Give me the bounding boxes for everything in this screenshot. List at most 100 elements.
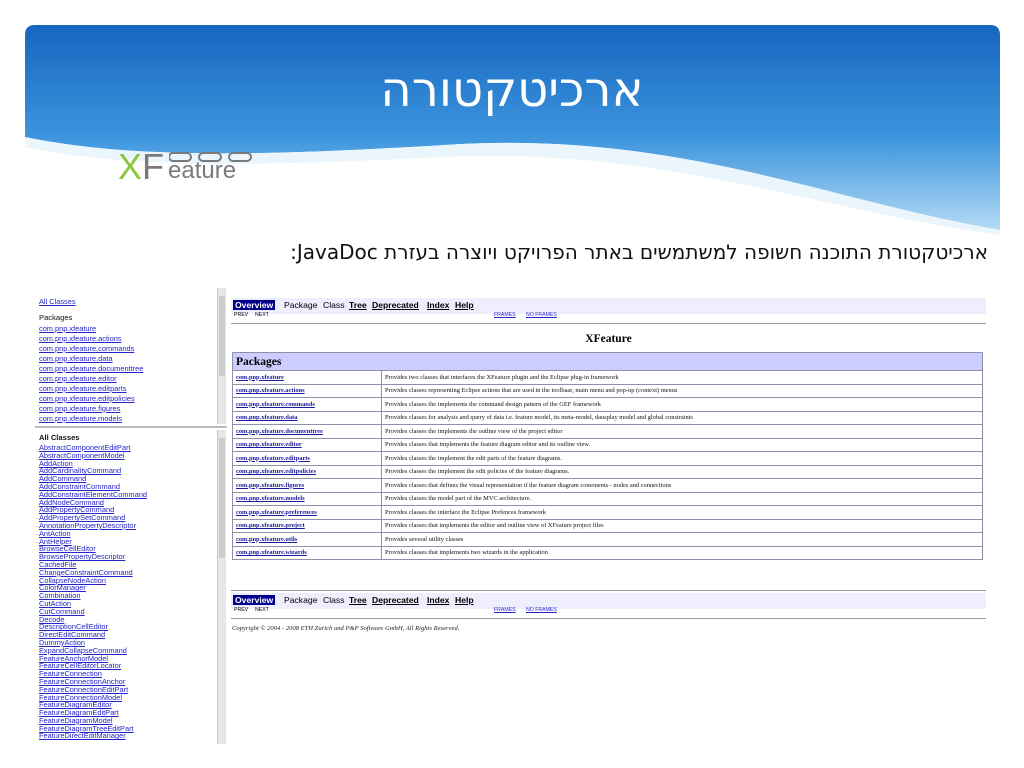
- package-description: Provides classes that defines the visual…: [381, 478, 983, 493]
- package-description: Provides classes the implement the edit …: [381, 451, 983, 466]
- table-row: com.pnp.xfeature.documenttree Provides cl…: [232, 424, 983, 439]
- nav-overview: Overview: [233, 595, 276, 605]
- package-name-link[interactable]: com.pnp.xfeature.wizards: [232, 545, 382, 560]
- nav-deprecated-link[interactable]: Deprecated: [372, 595, 419, 605]
- divider: [231, 590, 986, 591]
- frames-link[interactable]: FRAMES: [494, 607, 516, 613]
- overview-frame: Overview Package Class Tree Deprecated I…: [231, 288, 990, 744]
- class-list: AbstractComponentEditPart AbstractCompone…: [39, 444, 227, 740]
- frames-link[interactable]: FRAMES: [494, 312, 516, 318]
- prev-label: PREV: [234, 312, 249, 318]
- package-name-link[interactable]: com.pnp.xfeature.commands: [232, 397, 382, 412]
- table-row: com.pnp.xfeature.utils Provides several u…: [232, 532, 983, 547]
- classes-frame: All Classes AbstractComponentEditPart Abs…: [35, 430, 227, 744]
- table-row: com.pnp.xfeature.figures Provides classes…: [232, 478, 983, 493]
- package-link[interactable]: com.pnp.xfeature.documenttree: [39, 364, 227, 374]
- nav-class: Class: [323, 595, 345, 605]
- nav-help-link[interactable]: Help: [455, 300, 474, 310]
- package-link[interactable]: com.pnp.xfeature.data: [39, 354, 227, 364]
- nav-deprecated-link[interactable]: Deprecated: [372, 300, 419, 310]
- nav-tree-link[interactable]: Tree: [349, 300, 367, 310]
- slide-subtitle: ארכיטקטורת התוכנה חשופה למשתמשים באתר הפ…: [290, 240, 988, 264]
- package-name-link[interactable]: com.pnp.xfeature.editpolicies: [232, 464, 382, 479]
- package-link[interactable]: com.pnp.xfeature.editparts: [39, 384, 227, 394]
- table-row: com.pnp.xfeature.commands Provides classe…: [232, 397, 983, 412]
- table-row: com.pnp.xfeature.editpolicies Provides cl…: [232, 464, 983, 479]
- package-description: Provides classes that implements two wiz…: [381, 545, 983, 560]
- next-label: NEXT: [255, 312, 269, 318]
- table-row: com.pnp.xfeature.preferences Provides cla…: [232, 505, 983, 520]
- package-name-link[interactable]: com.pnp.xfeature.editor: [232, 437, 382, 452]
- nav-package: Package: [284, 595, 318, 605]
- package-name-link[interactable]: com.pnp.xfeature.project: [232, 518, 382, 533]
- package-link[interactable]: com.pnp.xfeature.figures: [39, 404, 227, 414]
- package-name-link[interactable]: com.pnp.xfeature.models: [232, 491, 382, 506]
- package-link[interactable]: com.pnp.xfeature: [39, 324, 227, 334]
- package-list: com.pnp.xfeature com.pnp.xfeature.actions…: [39, 324, 227, 424]
- package-description: Provides classes that implements the fea…: [381, 437, 983, 452]
- doc-title: XFeature: [585, 333, 632, 345]
- prev-label: PREV: [234, 607, 249, 613]
- nav-class: Class: [323, 300, 345, 310]
- copyright-text: Copyright © 2004 - 2008 ETH Zurich and P…: [232, 625, 460, 632]
- logo-f: F: [142, 146, 165, 187]
- javadoc-screenshot: All Classes Packages com.pnp.xfeature com…: [35, 288, 990, 744]
- package-name-link[interactable]: com.pnp.xfeature.actions: [232, 383, 382, 398]
- xfeature-logo: XF eature: [118, 146, 268, 187]
- package-link[interactable]: com.pnp.xfeature.commands: [39, 344, 227, 354]
- packages-table: Packages com.pnp.xfeature Provides two cl…: [232, 352, 983, 560]
- package-description: Provides classes the implement the edit …: [381, 464, 983, 479]
- all-classes-heading: All Classes: [39, 433, 80, 442]
- package-link[interactable]: com.pnp.xfeature.editor: [39, 374, 227, 384]
- table-row: com.pnp.xfeature Provides two classes tha…: [232, 370, 983, 385]
- package-name-link[interactable]: com.pnp.xfeature: [232, 370, 382, 385]
- package-name-link[interactable]: com.pnp.xfeature.preferences: [232, 505, 382, 520]
- package-name-link[interactable]: com.pnp.xfeature.editparts: [232, 451, 382, 466]
- divider: [231, 618, 986, 619]
- package-description: Provides several utility classes: [381, 532, 983, 547]
- package-name-link[interactable]: com.pnp.xfeature.data: [232, 410, 382, 425]
- packages-scrollbar[interactable]: [217, 288, 226, 424]
- table-row: com.pnp.xfeature.data Provides classes fo…: [232, 410, 983, 425]
- no-frames-link[interactable]: NO FRAMES: [526, 607, 557, 613]
- class-link[interactable]: FeatureDirectEditManager: [39, 732, 227, 740]
- package-name-link[interactable]: com.pnp.xfeature.documenttree: [232, 424, 382, 439]
- package-description: Provides classes the implements the outl…: [381, 424, 983, 439]
- table-row: com.pnp.xfeature.actions Provides classes…: [232, 383, 983, 398]
- packages-frame: All Classes Packages com.pnp.xfeature com…: [35, 288, 227, 424]
- nav-index-link[interactable]: Index: [427, 595, 449, 605]
- nav-index-link[interactable]: Index: [427, 300, 449, 310]
- nav-tree-link[interactable]: Tree: [349, 595, 367, 605]
- all-classes-link[interactable]: All Classes: [39, 298, 227, 306]
- package-link[interactable]: com.pnp.xfeature.editpolicies: [39, 394, 227, 404]
- logo-x: X: [118, 146, 143, 187]
- package-link[interactable]: com.pnp.xfeature.models: [39, 414, 227, 424]
- table-row: com.pnp.xfeature.wizards Provides classes…: [232, 545, 983, 560]
- package-link[interactable]: com.pnp.xfeature.actions: [39, 334, 227, 344]
- package-name-link[interactable]: com.pnp.xfeature.utils: [232, 532, 382, 547]
- nav-overview: Overview: [233, 300, 276, 310]
- package-name-link[interactable]: com.pnp.xfeature.figures: [232, 478, 382, 493]
- next-label: NEXT: [255, 607, 269, 613]
- package-description: Provides classes the implements the comm…: [381, 397, 983, 412]
- package-description: Provides classes that implements the edi…: [381, 518, 983, 533]
- table-row: com.pnp.xfeature.editparts Provides class…: [232, 451, 983, 466]
- divider: [231, 323, 986, 324]
- package-description: Provides classes representing Eclipse ac…: [381, 383, 983, 398]
- nav-help-link[interactable]: Help: [455, 595, 474, 605]
- class-link[interactable]: CutCommand: [39, 607, 227, 616]
- no-frames-link[interactable]: NO FRAMES: [526, 312, 557, 318]
- packages-table-heading: Packages: [232, 352, 983, 371]
- package-description: Provides classes for analysis and query …: [381, 410, 983, 425]
- classes-scrollbar[interactable]: [217, 430, 226, 744]
- frame-divider[interactable]: [35, 426, 227, 428]
- bottom-subnav: PREV NEXT FRAMES NO FRAMES: [231, 607, 986, 615]
- package-description: Provides classes the interface the Eclip…: [381, 505, 983, 520]
- package-description: Provides classes the model part of the M…: [381, 491, 983, 506]
- logo-eature: eature: [168, 157, 237, 184]
- package-description: Provides two classes that interfaces the…: [381, 370, 983, 385]
- table-row: com.pnp.xfeature.editor Provides classes …: [232, 437, 983, 452]
- top-subnav: PREV NEXT FRAMES NO FRAMES: [231, 312, 986, 320]
- table-row: com.pnp.xfeature.models Provides classes …: [232, 491, 983, 506]
- nav-package: Package: [284, 300, 318, 310]
